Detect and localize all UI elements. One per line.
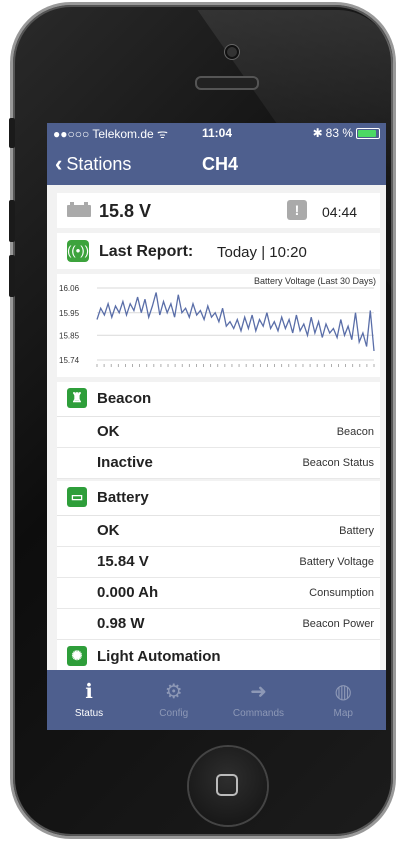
bluetooth-icon: ✱ bbox=[312, 126, 323, 140]
earpiece-speaker bbox=[195, 76, 259, 90]
detail-row[interactable]: OK Beacon bbox=[57, 417, 380, 448]
last-report-row: ((•)) Last Report: Today | 10:20 bbox=[57, 233, 380, 269]
home-square-icon bbox=[216, 774, 238, 796]
chart-title: Battery Voltage (Last 30 Days) bbox=[253, 276, 376, 286]
back-button[interactable]: ‹ Stations bbox=[55, 153, 131, 175]
light-icon: ✺ bbox=[67, 646, 87, 666]
app-screen: ●●○○○ Telekom.de ᯤ 11:04 ✱ 83 % ‹ Statio… bbox=[47, 123, 386, 730]
detail-value: OK bbox=[97, 423, 120, 440]
voltage-chart-svg: 16.06 15.95 15.85 15.74 bbox=[59, 284, 375, 367]
detail-value: Inactive bbox=[97, 454, 153, 471]
tab-label: Status bbox=[74, 708, 104, 719]
detail-row[interactable]: 0.98 W Beacon Power bbox=[57, 609, 380, 640]
section-light-automation: ✺ Light Automation bbox=[57, 640, 380, 670]
commands-icon: ➜ bbox=[250, 681, 267, 703]
map-globe-icon: ◍ bbox=[334, 681, 352, 703]
tab-map[interactable]: ◍ Map bbox=[301, 670, 385, 730]
detail-label: Consumption bbox=[309, 587, 374, 599]
tab-status[interactable]: ℹ Status bbox=[47, 670, 131, 730]
section-battery: ▭ Battery OK Battery 15.84 V Battery Voltage 0… bbox=[57, 481, 380, 640]
chevron-left-icon: ‹ bbox=[55, 151, 63, 176]
battery-level-icon bbox=[356, 127, 380, 139]
y-tick-label: 15.85 bbox=[59, 331, 80, 340]
section-header[interactable]: ▭ Battery bbox=[57, 481, 380, 516]
status-time: 11:04 bbox=[202, 126, 233, 140]
config-icon: ⚙ bbox=[164, 681, 183, 703]
volume-down-button[interactable] bbox=[9, 255, 15, 297]
last-report-value: Today | 10:20 bbox=[217, 244, 307, 261]
volume-up-button[interactable] bbox=[9, 200, 15, 242]
detail-row[interactable]: Inactive Beacon Status bbox=[57, 448, 380, 479]
detail-label: Beacon Status bbox=[302, 457, 374, 469]
info-icon[interactable]: ! bbox=[287, 200, 307, 220]
page-title: CH4 bbox=[202, 154, 239, 174]
section-header[interactable]: ✺ Light Automation bbox=[57, 640, 380, 670]
front-camera bbox=[225, 45, 239, 59]
detail-row[interactable]: 15.84 V Battery Voltage bbox=[57, 547, 380, 578]
last-report-label: Last Report: bbox=[99, 243, 194, 260]
y-tick-label: 15.74 bbox=[59, 356, 80, 365]
carrier-label: ●●○○○ Telekom.de ᯤ bbox=[53, 126, 169, 141]
section-title: Battery bbox=[97, 489, 149, 506]
detail-value: OK bbox=[97, 522, 120, 539]
detail-row[interactable]: OK Battery bbox=[57, 516, 380, 547]
detail-value: 15.84 V bbox=[97, 553, 149, 570]
detail-label: Battery bbox=[339, 525, 374, 537]
back-label: Stations bbox=[66, 153, 132, 174]
section-title: Light Automation bbox=[97, 648, 221, 665]
tab-bar: ℹ Status ⚙ Config ➜ Commands ◍ Map bbox=[47, 670, 386, 730]
navigation-bar: ‹ Stations CH4 bbox=[47, 143, 386, 185]
mute-switch[interactable] bbox=[9, 118, 15, 148]
radio-signal-icon: ((•)) bbox=[67, 240, 89, 262]
status-icon: ℹ bbox=[85, 681, 93, 703]
tab-commands[interactable]: ➜ Commands bbox=[217, 670, 301, 730]
voltage-value: 15.8 V bbox=[99, 201, 152, 221]
voltage-chart: 16.06 15.95 15.85 15.74 Battery Voltage (La… bbox=[57, 274, 380, 377]
voltage-summary-row: 15.8 V ! 04:44 bbox=[57, 193, 380, 228]
detail-label: Beacon Power bbox=[302, 618, 374, 630]
tab-config[interactable]: ⚙ Config bbox=[132, 670, 216, 730]
beacon-icon: ♜ bbox=[67, 388, 87, 408]
battery-percent: 83 % bbox=[325, 126, 353, 140]
detail-row[interactable]: 0.000 Ah Consumption bbox=[57, 578, 380, 609]
section-beacon: ♜ Beacon OK Beacon Inactive Beacon Status bbox=[57, 382, 380, 479]
y-tick-label: 15.95 bbox=[59, 309, 80, 318]
battery-status: ✱ 83 % bbox=[313, 126, 380, 140]
duration-value: 04:44 bbox=[322, 204, 358, 220]
detail-value: 0.98 W bbox=[97, 615, 145, 632]
y-tick-label: 16.06 bbox=[59, 284, 80, 293]
status-bar: ●●○○○ Telekom.de ᯤ 11:04 ✱ 83 % bbox=[47, 123, 386, 143]
detail-value: 0.000 Ah bbox=[97, 584, 159, 601]
tab-label: Commands bbox=[232, 708, 285, 719]
battery-icon bbox=[67, 202, 91, 217]
tab-label: Config bbox=[159, 708, 189, 719]
section-header[interactable]: ♜ Beacon bbox=[57, 382, 380, 417]
tab-label: Map bbox=[333, 708, 353, 719]
voltage-series-line bbox=[96, 292, 375, 352]
detail-label: Battery Voltage bbox=[299, 556, 374, 568]
section-title: Beacon bbox=[97, 390, 152, 407]
home-button[interactable] bbox=[189, 747, 267, 825]
station-detail-scroll[interactable]: 15.8 V ! 04:44 ((•)) Last Report: Today … bbox=[47, 185, 386, 670]
detail-label: Beacon bbox=[336, 426, 374, 438]
battery-icon: ▭ bbox=[67, 487, 87, 507]
